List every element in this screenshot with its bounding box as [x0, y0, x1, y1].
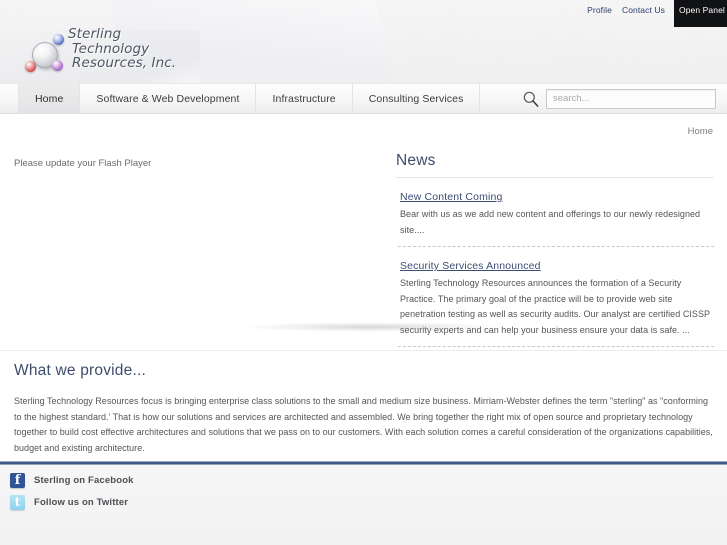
social-link-facebook[interactable]: Sterling on Facebook	[0, 465, 727, 489]
open-panel-button[interactable]: Open Panel	[674, 0, 727, 27]
what-we-provide-heading: What we provide...	[14, 362, 146, 379]
news-heading-divider	[396, 177, 714, 178]
main-content: Please update your Flash Player News New…	[0, 120, 727, 347]
social-link-twitter[interactable]: Follow us on Twitter	[0, 488, 727, 511]
nav-link-profile[interactable]: Profile	[582, 0, 617, 20]
logo-sphere-purple-icon	[52, 60, 63, 71]
twitter-icon	[10, 494, 25, 511]
site-footer: Sterling on Facebook Follow us on Twitte…	[0, 465, 727, 545]
page-root: Profile Contact Us Open Panel Sterling T…	[0, 0, 727, 545]
logo-line-3: Resources, Inc.	[72, 55, 177, 71]
logo-text: Sterling Technology Resources, Inc.	[68, 27, 176, 71]
nav-link-contact-us[interactable]: Contact Us	[617, 0, 670, 20]
flash-player-message: Please update your Flash Player	[14, 158, 152, 169]
news-item: New Content Coming Bear with us as we ad…	[396, 187, 714, 238]
facebook-icon	[10, 472, 25, 489]
news-item-link-new-content-coming[interactable]: New Content Coming	[400, 191, 503, 203]
logo-line-1: Sterling	[68, 26, 122, 42]
news-heading: News	[396, 152, 436, 169]
section-divider	[0, 350, 727, 351]
site-logo[interactable]: Sterling Technology Resources, Inc.	[18, 27, 203, 79]
logo-line-2: Technology	[72, 40, 150, 57]
search-input[interactable]	[546, 88, 716, 109]
nav-tab-consulting-services[interactable]: Consulting Services	[353, 84, 481, 113]
main-navigation: Home Software & Web Development Infrastr…	[0, 84, 727, 114]
what-we-provide-body: Sterling Technology Resources focus is b…	[14, 396, 713, 453]
logo-sphere-blue-icon	[53, 34, 64, 45]
content-drop-shadow	[243, 322, 498, 332]
search-area	[522, 84, 727, 113]
nav-tab-software-web-development[interactable]: Software & Web Development	[80, 84, 257, 113]
news-item-separator	[398, 346, 714, 347]
news-item-body: Bear with us as we add new content and o…	[400, 209, 701, 235]
site-header: Profile Contact Us Open Panel Sterling T…	[0, 0, 727, 84]
nav-tab-infrastructure[interactable]: Infrastructure	[256, 84, 353, 113]
nav-tab-home[interactable]: Home	[18, 84, 81, 113]
what-we-provide-section: What we provide... Sterling Technology R…	[0, 362, 727, 456]
news-item-link-security-services-announced[interactable]: Security Services Announced	[400, 260, 541, 272]
utility-nav: Profile Contact Us Open Panel	[582, 0, 727, 27]
logo-sphere-red-icon	[25, 61, 36, 72]
news-item-separator	[398, 246, 714, 247]
breadcrumb: Home	[687, 126, 713, 137]
social-link-label: Sterling on Facebook	[34, 475, 134, 486]
search-icon[interactable]	[522, 90, 540, 108]
social-link-label: Follow us on Twitter	[34, 497, 129, 508]
